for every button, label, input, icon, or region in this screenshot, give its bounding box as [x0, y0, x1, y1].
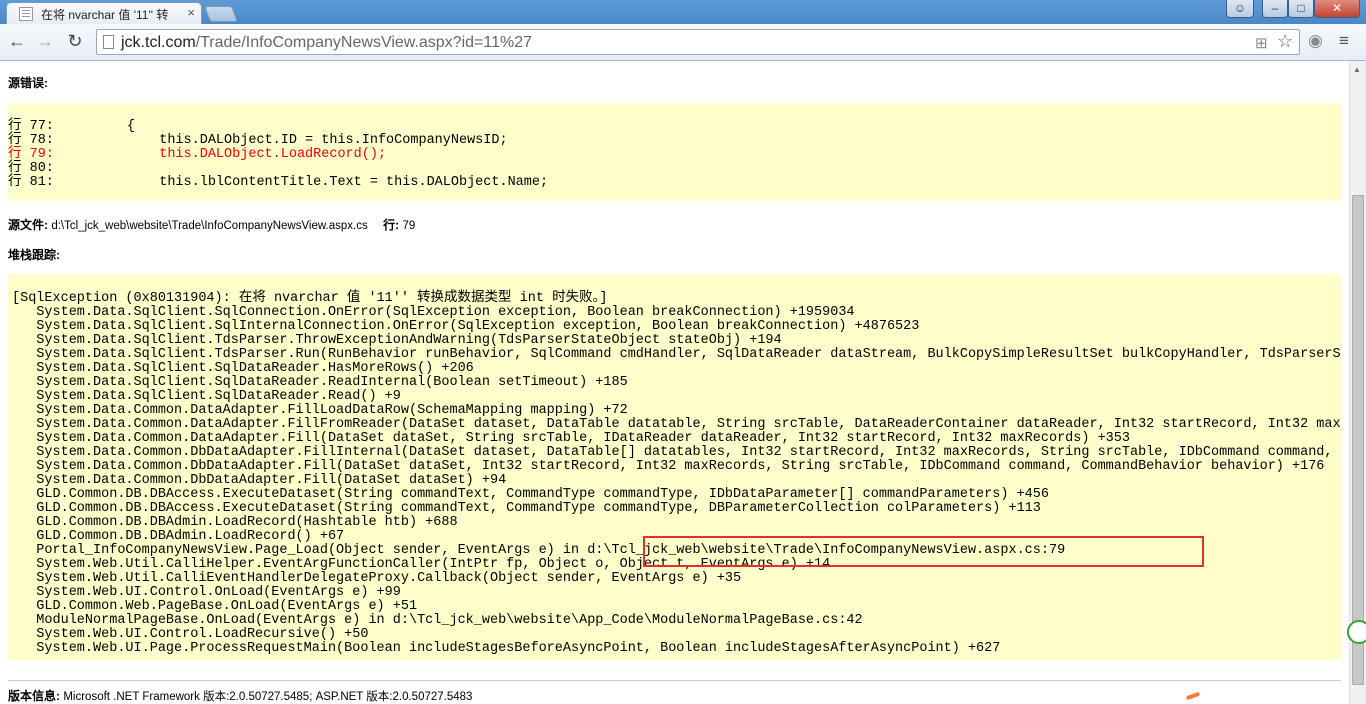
minimize-button[interactable]: –: [1262, 0, 1288, 18]
line-value: 79: [402, 220, 416, 232]
page-favicon-icon: [19, 7, 33, 21]
stack-frame: System.Data.Common.DataAdapter.Fill(Data…: [12, 431, 1130, 446]
url-host: jck.tcl.com: [121, 34, 196, 51]
divider: [8, 680, 1341, 681]
close-window-button[interactable]: ✕: [1314, 0, 1360, 18]
stack-frame: System.Web.UI.Page.ProcessRequestMain(Bo…: [12, 641, 1001, 656]
url-text[interactable]: jck.tcl.com/Trade/InfoCompanyNewsView.as…: [121, 34, 532, 52]
browser-toolbar: ← → ↻ jck.tcl.com/Trade/InfoCompanyNewsV…: [0, 24, 1366, 61]
version-info-label: 版本信息:: [8, 689, 60, 703]
source-code-lines: 行 77: { 行 78: this.DALObject.ID = this.I…: [8, 103, 1341, 190]
exception-header: [SqlException (0x80131904): 在将 nvarchar …: [12, 291, 608, 306]
new-tab-button[interactable]: [204, 6, 238, 22]
source-file-path: d:\Tcl_jck_web\website\Trade\InfoCompany…: [51, 220, 368, 232]
stack-frame: System.Data.SqlClient.SqlDataReader.Read…: [12, 375, 628, 390]
stack-frame: GLD.Common.DB.DBAdmin.LoadRecord() +67: [12, 529, 345, 544]
forward-arrow-icon[interactable]: →: [34, 31, 56, 52]
stack-frame: GLD.Common.DB.DBAccess.ExecuteDataset(St…: [12, 487, 1049, 502]
status-circle-icon: [1347, 620, 1366, 644]
stack-frame: System.Data.SqlClient.TdsParser.ThrowExc…: [12, 333, 782, 348]
stack-frame: System.Data.Common.DataAdapter.FillFromR…: [36, 417, 1341, 432]
stack-frame: System.Data.SqlClient.TdsParser.Run(RunB…: [36, 347, 1341, 362]
highlight-annotation-box: [643, 536, 1204, 567]
source-error-label: 源错误:: [8, 76, 48, 90]
source-line: 行 81: this.lblContentTitle.Text = this.D…: [8, 175, 549, 190]
globe-extension-icon[interactable]: ◉: [1308, 31, 1323, 51]
stack-trace-lines: [SqlException (0x80131904): 在将 nvarchar …: [8, 274, 1341, 656]
stack-trace-label: 堆栈跟踪:: [8, 248, 60, 262]
scroll-thumb[interactable]: [1352, 195, 1364, 685]
scroll-up-icon[interactable]: ▲: [1353, 65, 1361, 74]
reload-icon[interactable]: ↻: [64, 31, 86, 52]
version-info-text: Microsoft .NET Framework 版本:2.0.50727.54…: [63, 691, 473, 703]
source-file-row: 源文件: d:\Tcl_jck_web\website\Trade\InfoCo…: [8, 216, 415, 233]
stack-frame: ModuleNormalPageBase.OnLoad(EventArgs e)…: [12, 613, 863, 628]
source-line: 行 80:: [8, 161, 54, 176]
page-icon: [103, 35, 114, 49]
stack-trace-box: [SqlException (0x80131904): 在将 nvarchar …: [8, 274, 1341, 660]
stack-frame: GLD.Common.Web.PageBase.OnLoad(EventArgs…: [12, 599, 418, 614]
maximize-button[interactable]: □: [1288, 0, 1314, 18]
stack-frame: GLD.Common.DB.DBAdmin.LoadRecord(Hashtab…: [12, 515, 458, 530]
stack-frame: System.Web.UI.Control.LoadRecursive() +5…: [12, 627, 369, 642]
vertical-scrollbar[interactable]: ▲: [1349, 61, 1366, 704]
source-file-label: 源文件:: [8, 218, 48, 232]
stack-frame: System.Data.Common.DbDataAdapter.Fill(Da…: [12, 473, 507, 488]
close-tab-icon[interactable]: ×: [187, 5, 195, 20]
url-path: /Trade/InfoCompanyNewsView.aspx?id=11%27: [195, 34, 533, 51]
decorative-mark: [1185, 691, 1201, 701]
user-profile-icon[interactable]: ☺: [1226, 0, 1254, 18]
line-label: 行:: [383, 218, 400, 232]
title-bar: 在将 nvarchar 值 '11'' 转 × ☺ – □ ✕: [0, 0, 1366, 24]
source-line-error: 行 79: this.DALObject.LoadRecord();: [8, 147, 387, 162]
page-content: 源错误: 行 77: { 行 78: this.DALObject.ID = t…: [0, 61, 1349, 704]
tab-title: 在将 nvarchar 值 '11'' 转: [41, 8, 169, 22]
stack-frame: System.Data.Common.DbDataAdapter.FillInt…: [36, 445, 1341, 460]
source-line: 行 78: this.DALObject.ID = this.InfoCompa…: [8, 133, 508, 148]
source-line: 行 77: {: [8, 119, 135, 134]
stack-frame: System.Data.Common.DbDataAdapter.Fill(Da…: [12, 459, 1325, 474]
menu-icon[interactable]: ≡: [1339, 31, 1349, 51]
bookmark-star-icon[interactable]: ☆: [1277, 31, 1293, 52]
browser-tab[interactable]: 在将 nvarchar 值 '11'' 转 ×: [6, 2, 202, 24]
stack-frame: GLD.Common.DB.DBAccess.ExecuteDataset(St…: [12, 501, 1041, 516]
stack-frame: System.Data.SqlClient.SqlDataReader.HasM…: [12, 361, 474, 376]
stack-frame: System.Data.SqlClient.SqlConnection.OnEr…: [12, 305, 855, 320]
stack-frame: System.Data.Common.DataAdapter.FillLoadD…: [12, 403, 628, 418]
stack-frame: System.Web.Util.CalliEventHandlerDelegat…: [12, 571, 742, 586]
translate-icon[interactable]: ⊞: [1255, 34, 1268, 52]
stack-frame: System.Data.SqlClient.SqlInternalConnect…: [12, 319, 920, 334]
source-code-box: 行 77: { 行 78: this.DALObject.ID = this.I…: [8, 103, 1341, 201]
address-bar[interactable]: jck.tcl.com/Trade/InfoCompanyNewsView.as…: [96, 29, 1300, 55]
stack-frame: System.Web.UI.Control.OnLoad(EventArgs e…: [12, 585, 401, 600]
stack-frame: System.Data.SqlClient.SqlDataReader.Read…: [12, 389, 401, 404]
version-info-row: 版本信息: Microsoft .NET Framework 版本:2.0.50…: [8, 687, 472, 704]
back-arrow-icon[interactable]: ←: [6, 31, 28, 52]
